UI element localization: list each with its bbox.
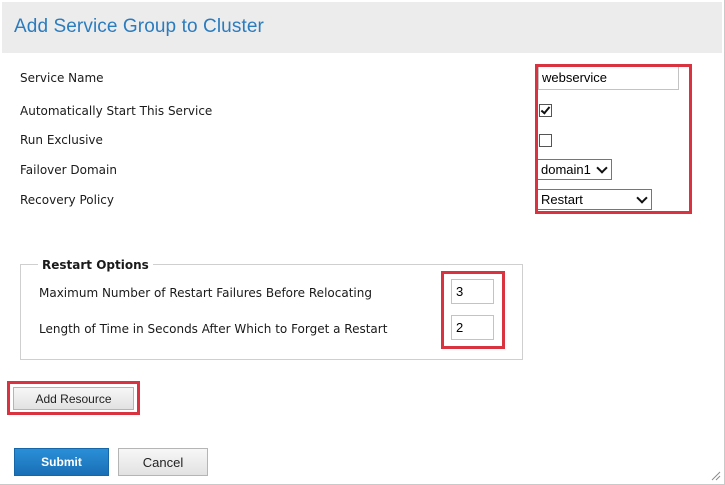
- service-name-value: webservice: [542, 70, 608, 85]
- service-name-label: Service Name: [20, 71, 104, 85]
- auto-start-checkbox[interactable]: [539, 104, 552, 117]
- recovery-policy-select[interactable]: Restart: [536, 189, 652, 210]
- service-name-input[interactable]: webservice: [538, 66, 679, 90]
- auto-start-label: Automatically Start This Service: [20, 104, 213, 118]
- run-exclusive-label: Run Exclusive: [20, 133, 103, 147]
- resize-grip-icon[interactable]: [711, 471, 721, 481]
- dialog-title: Add Service Group to Cluster: [14, 16, 264, 37]
- failover-domain-select[interactable]: domain1: [536, 159, 612, 180]
- dialog-header: Add Service Group to Cluster: [2, 2, 722, 53]
- add-resource-button[interactable]: Add Resource: [13, 387, 134, 410]
- restart-options-fieldset: [20, 264, 523, 360]
- failover-domain-value: domain1: [541, 162, 591, 177]
- chevron-down-icon: [596, 162, 608, 174]
- recovery-policy-label: Recovery Policy: [20, 193, 114, 207]
- max-failures-value: 3: [456, 284, 464, 299]
- max-failures-input[interactable]: 3: [451, 279, 494, 304]
- restart-options-legend: Restart Options: [38, 258, 153, 272]
- run-exclusive-checkbox[interactable]: [539, 134, 552, 147]
- forget-time-label: Length of Time in Seconds After Which to…: [39, 322, 388, 336]
- failover-domain-label: Failover Domain: [20, 163, 117, 177]
- forget-time-input[interactable]: 2: [451, 315, 494, 340]
- max-failures-label: Maximum Number of Restart Failures Befor…: [39, 286, 372, 300]
- submit-button[interactable]: Submit: [14, 448, 109, 476]
- cancel-button[interactable]: Cancel: [118, 448, 208, 476]
- checkmark-icon: [540, 104, 551, 115]
- recovery-policy-value: Restart: [541, 192, 583, 207]
- chevron-down-icon: [636, 192, 648, 204]
- forget-time-value: 2: [456, 320, 464, 335]
